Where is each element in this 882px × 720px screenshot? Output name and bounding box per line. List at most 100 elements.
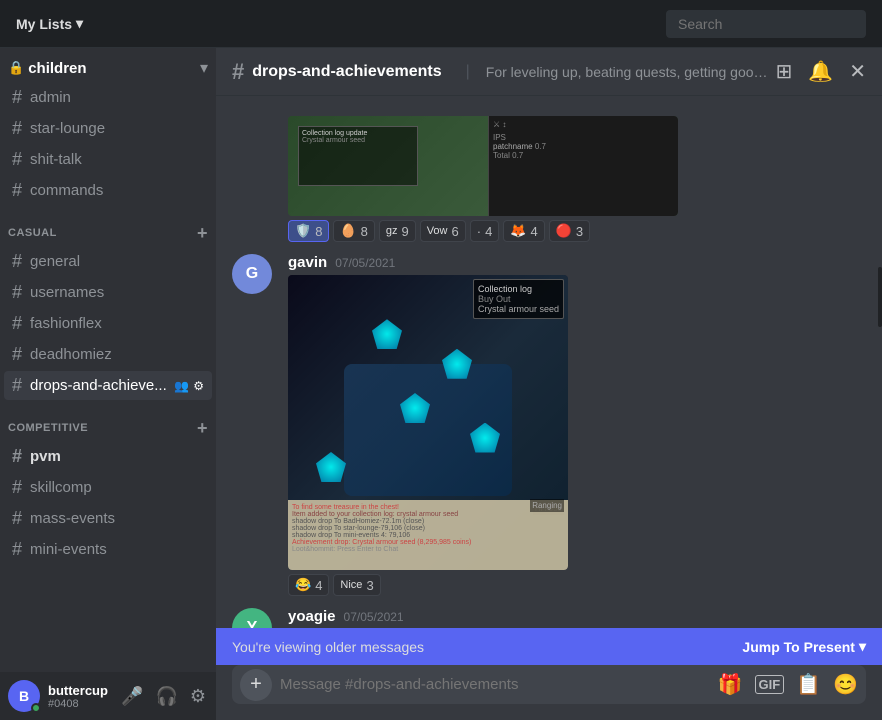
emoji-button[interactable]: 😊: [833, 672, 858, 697]
casual-label: CASUAL: [8, 227, 57, 239]
settings-icon: ⚙: [193, 379, 204, 393]
fox-emoji: 🦊: [510, 223, 526, 239]
reaction-nice[interactable]: Nice 3: [333, 574, 380, 596]
channel-name-mini-events: mini-events: [30, 541, 204, 558]
chat-log: To find some treasure in the chest! Item…: [288, 500, 568, 570]
headset-button[interactable]: 🎧: [153, 684, 179, 709]
message-group-gavin: G gavin 07/05/2021: [216, 250, 882, 600]
reaction-count: 3: [366, 578, 373, 593]
channel-name-general: general: [30, 253, 204, 270]
hash-icon: #: [12, 375, 22, 396]
banner-text: You're viewing older messages: [232, 639, 424, 655]
reaction-count: 3: [576, 224, 583, 239]
dot-emoji: ·: [477, 224, 481, 239]
reaction-count: 9: [401, 224, 408, 239]
reaction-red[interactable]: 🔴 3: [549, 220, 590, 242]
top-bar-left: My Lists ▾: [16, 15, 83, 32]
gift-button[interactable]: 🎁: [718, 672, 743, 697]
yoagie-username: yoagie: [288, 608, 336, 625]
people-icon: 👥: [174, 379, 189, 393]
input-actions: 🎁 GIF 📋 😊: [718, 672, 858, 697]
reaction-shield[interactable]: 🛡️ 8: [288, 220, 329, 242]
sidebar-item-shit-talk[interactable]: # shit-talk: [4, 145, 212, 174]
reaction-dot[interactable]: · 4: [470, 220, 500, 242]
channel-name-fashionflex: fashionflex: [30, 315, 204, 332]
reaction-count: 8: [361, 224, 368, 239]
reaction-count: 4: [315, 578, 322, 593]
username: buttercup: [48, 683, 111, 698]
jump-to-present-button[interactable]: Jump To Present ▾: [742, 638, 866, 655]
reaction-count: 8: [315, 224, 322, 239]
message-group-1: Collection log update Crystal armour see…: [216, 112, 882, 246]
crystal-node: [372, 319, 402, 349]
channel-header-name: drops-and-achievements: [252, 63, 441, 81]
reaction-egg[interactable]: 🥚 8: [333, 220, 374, 242]
sidebar-item-mini-events[interactable]: # mini-events: [4, 535, 212, 564]
reaction-vow[interactable]: Vow 6: [420, 220, 466, 242]
chevron-down-icon: ▾: [200, 58, 208, 78]
sidebar-item-admin[interactable]: # admin: [4, 83, 212, 112]
content-area: # drops-and-achievements | For leveling …: [216, 48, 882, 720]
settings-button[interactable]: ⚙: [188, 684, 208, 709]
hash-icon: #: [12, 477, 22, 498]
threads-icon[interactable]: ⊞: [776, 59, 793, 84]
chevron-down-icon: ▾: [859, 638, 866, 655]
add-attachment-button[interactable]: +: [240, 669, 272, 701]
my-lists-label: My Lists: [16, 16, 72, 32]
hash-icon: #: [12, 118, 22, 139]
hash-icon: #: [12, 180, 22, 201]
channel-name-usernames: usernames: [30, 284, 204, 301]
sidebar-item-fashionflex[interactable]: # fashionflex: [4, 309, 212, 338]
nitro-sticker-button[interactable]: 📋: [796, 672, 821, 697]
gavin-timestamp: 07/05/2021: [335, 256, 395, 270]
sidebar-item-drops-achievements[interactable]: # drops-and-achieve... 👥 ⚙: [4, 371, 212, 400]
crystal-node: [316, 452, 346, 482]
competitive-label: COMPETITIVE: [8, 422, 88, 434]
close-icon[interactable]: ✕: [849, 59, 866, 84]
sidebar-item-pvm[interactable]: # pvm: [4, 442, 212, 471]
add-channel-icon[interactable]: +: [197, 224, 208, 242]
bell-icon[interactable]: 🔔: [808, 59, 833, 84]
message-input[interactable]: [280, 665, 710, 704]
gif-button[interactable]: GIF: [755, 675, 785, 694]
yoagie-message-header: yoagie 07/05/2021: [288, 608, 866, 625]
channel-name-pvm: pvm: [30, 448, 204, 465]
sidebar-item-mass-events[interactable]: # mass-events: [4, 504, 212, 533]
nice-text: Nice: [340, 579, 362, 591]
hash-icon: #: [12, 251, 22, 272]
reaction-fox[interactable]: 🦊 4: [503, 220, 544, 242]
top-bar: My Lists ▾: [0, 0, 882, 48]
group-children-header[interactable]: 🔒 children ▾: [0, 48, 216, 82]
game-background: Collection log Buy Out Crystal armour se…: [288, 275, 568, 570]
sidebar-item-general[interactable]: # general: [4, 247, 212, 276]
sidebar-item-deadhomiez[interactable]: # deadhomiez: [4, 340, 212, 369]
reaction-count: 6: [452, 224, 459, 239]
sidebar-item-usernames[interactable]: # usernames: [4, 278, 212, 307]
add-channel-icon[interactable]: +: [197, 419, 208, 437]
message-1-reactions: 🛡️ 8 🥚 8 gz 9 Vow 6: [288, 220, 866, 242]
casual-section-header[interactable]: CASUAL +: [0, 206, 216, 246]
messages-area: Collection log update Crystal armour see…: [216, 96, 882, 665]
channel-name-drops: drops-and-achieve...: [30, 377, 168, 394]
sidebar-item-skillcomp[interactable]: # skillcomp: [4, 473, 212, 502]
sidebar-item-star-lounge[interactable]: # star-lounge: [4, 114, 212, 143]
competitive-section-header[interactable]: COMPETITIVE +: [0, 401, 216, 441]
status-dot: [31, 703, 41, 713]
reaction-laugh[interactable]: 😂 4: [288, 574, 329, 596]
channel-header-topic: For leveling up, beating quests, getting…: [486, 64, 768, 80]
scrollbar[interactable]: [878, 267, 882, 327]
search-input[interactable]: [666, 10, 866, 38]
channel-name-mass-events: mass-events: [30, 510, 204, 527]
reaction-gz[interactable]: gz 9: [379, 220, 416, 242]
sidebar-item-commands[interactable]: # commands: [4, 176, 212, 205]
main-layout: 🔒 children ▾ # admin # star-lounge # shi…: [0, 48, 882, 720]
header-divider: |: [466, 63, 470, 81]
message-input-box: + 🎁 GIF 📋 😊: [232, 665, 866, 704]
mute-button[interactable]: 🎤: [119, 684, 145, 709]
avatar-gavin: G: [232, 254, 272, 294]
reaction-count: 4: [485, 224, 492, 239]
user-area: B buttercup #0408 🎤 🎧 ⚙: [0, 672, 216, 720]
gz-text: gz: [386, 225, 398, 237]
channel-header-icons: ⊞ 🔔 ✕: [776, 59, 866, 84]
my-lists-button[interactable]: My Lists ▾: [16, 15, 83, 32]
